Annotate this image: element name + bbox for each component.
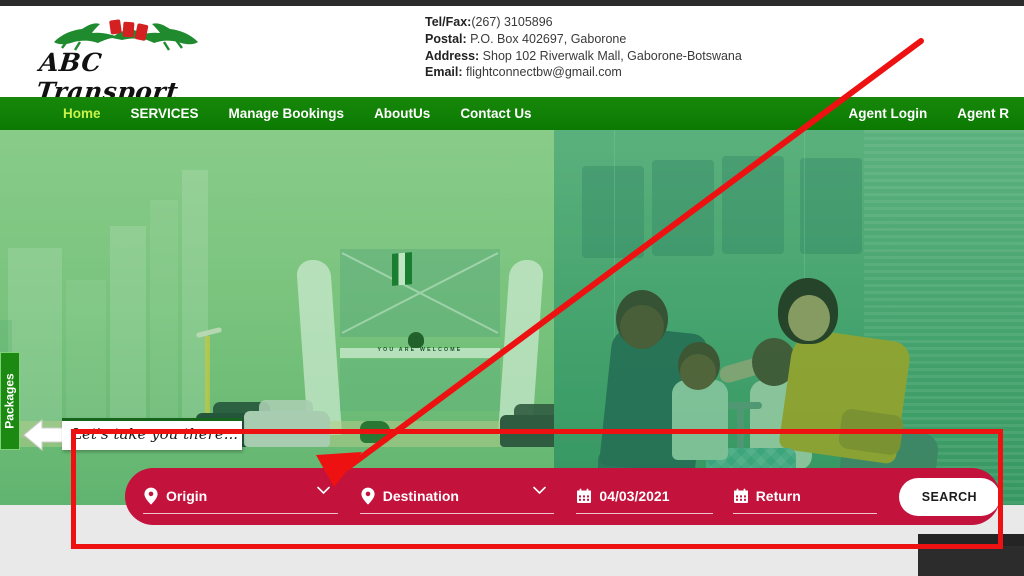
skyline-block [150,200,178,438]
photo-green-overlay [554,130,1024,505]
origin-field[interactable]: Origin [143,480,338,514]
nav-item-agent-registration[interactable]: Agent R [942,97,1024,130]
monument-welcome-text: YOU ARE WELCOME [377,347,463,353]
contact-info: Tel/Fax:(267) 3105896 Postal: P.O. Box 4… [425,14,845,81]
contact-postal-label: Postal: [425,31,467,46]
packages-side-tab[interactable]: Packages [0,352,20,450]
nav-secondary-items: Agent Login Agent R [834,97,1024,130]
contact-postal-value: P.O. Box 402697, Gaborone [470,31,627,46]
nav-item-aboutus[interactable]: AboutUs [359,97,445,130]
skyline-block [66,280,106,438]
contact-postal: Postal: P.O. Box 402697, Gaborone [425,31,845,48]
depart-date-field[interactable]: 04/03/2021 [576,480,713,514]
horse-ornament-icon [54,19,198,51]
contact-address-label: Address: [425,48,480,63]
contact-tel-label: Tel/Fax: [425,15,472,29]
contact-email-value[interactable]: flightconnectbw@gmail.com [466,65,622,79]
bush-decoration [360,421,390,443]
calendar-icon [577,488,592,503]
depart-date-value: 04/03/2021 [599,488,670,504]
car [244,400,330,447]
nav-item-contact-us[interactable]: Contact Us [445,97,546,130]
arch-cables-icon [341,252,499,334]
origin-placeholder: Origin [166,488,208,504]
nav-item-agent-login[interactable]: Agent Login [834,97,943,130]
calendar-icon [733,488,748,503]
site-logo[interactable]: ABC Transport [30,8,230,106]
flight-search-bar: Origin Destination 04/03/2021 Return SEA… [125,468,1001,525]
page-root: ABC Transport Tel/Fax:(267) 3105896 Post… [0,0,1024,576]
nav-item-manage-bookings[interactable]: Manage Bookings [214,97,360,130]
tagline-text: Let's take you there... [72,425,239,443]
site-header: ABC Transport Tel/Fax:(267) 3105896 Post… [0,6,1024,106]
skyline-block [110,226,146,438]
hero-banner: YOU ARE WELCOME Packages Let's take you … [0,130,1024,505]
location-pin-icon [144,487,158,505]
bottom-right-dark-panel [918,534,1024,576]
contact-email-label: Email: [425,65,463,80]
chevron-down-icon[interactable] [533,486,547,495]
main-navigation: Home SERVICES Manage Bookings AboutUs Co… [0,97,1024,130]
tagline-banner: Let's take you there... [22,416,242,454]
crest-icon [408,332,424,348]
nav-item-services[interactable]: SERVICES [116,97,214,130]
search-button[interactable]: SEARCH [898,477,1001,516]
nav-primary-items: Home SERVICES Manage Bookings AboutUs Co… [48,97,547,130]
packages-side-tab-label: Packages [3,373,18,429]
return-date-field[interactable]: Return [732,480,877,514]
contact-tel-value: (267) 3105896 [471,15,553,29]
family-travel-photo [554,130,1024,505]
return-placeholder: Return [755,488,801,504]
location-pin-icon [361,487,375,505]
arch-lower-panel [340,359,500,411]
monument-arch: YOU ARE WELCOME [295,235,545,435]
tagline-box: Let's take you there... [62,418,242,450]
contact-address: Address: Shop 102 Riverwalk Mall, Gaboro… [425,48,845,65]
destination-placeholder: Destination [382,488,459,504]
nav-item-home[interactable]: Home [48,97,116,130]
flag-icon [392,252,412,286]
contact-email: Email: flightconnectbw@gmail.com [425,64,845,81]
contact-tel: Tel/Fax:(267) 3105896 [425,14,845,31]
destination-field[interactable]: Destination [359,480,555,514]
chevron-down-icon[interactable] [316,486,330,495]
contact-address-value: Shop 102 Riverwalk Mall, Gaborone-Botswa… [482,48,742,63]
